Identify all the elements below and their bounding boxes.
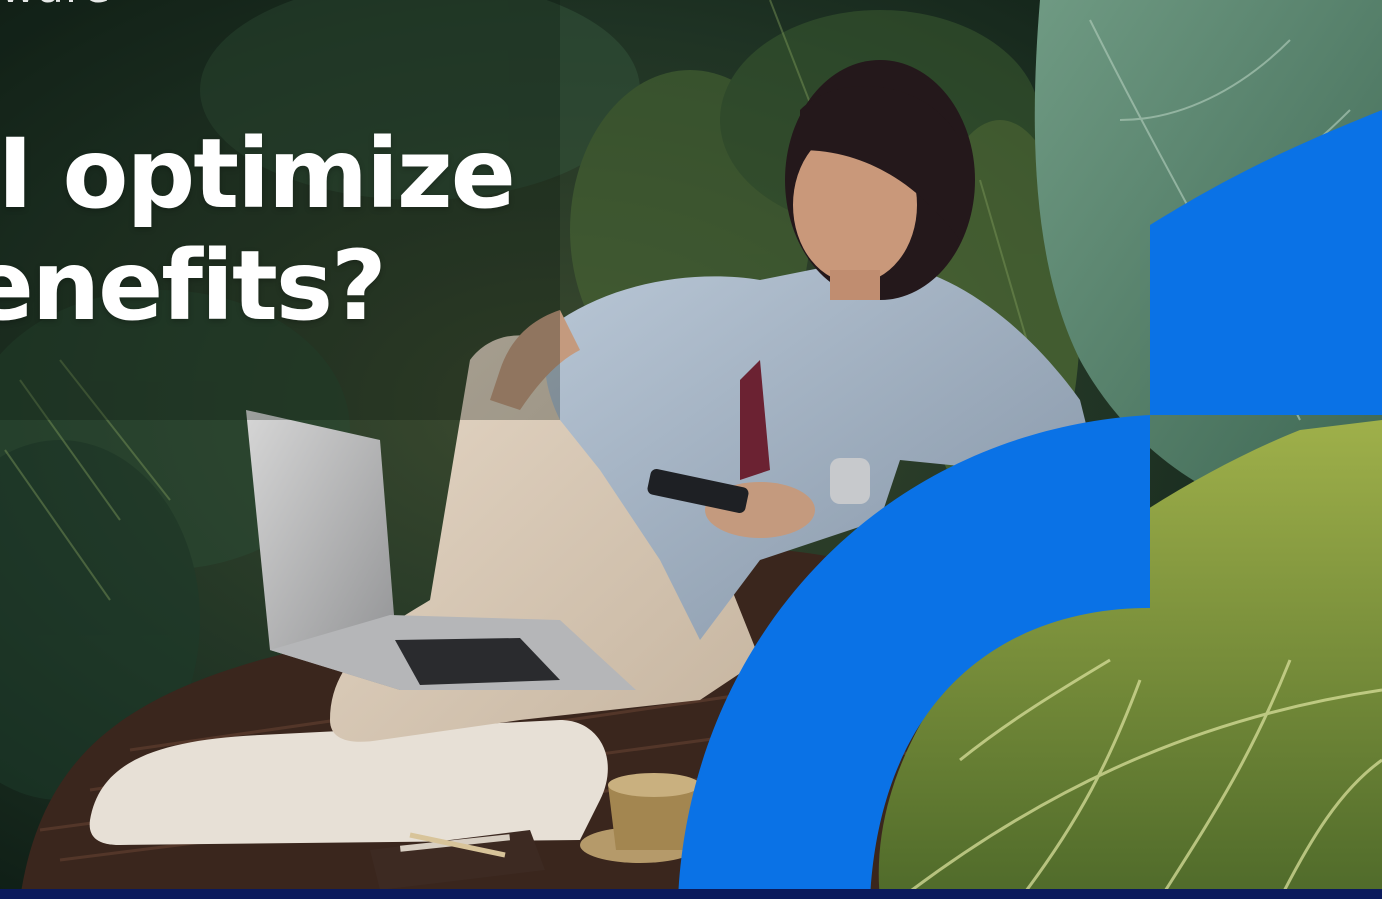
hero-banner: ware o I optimize benefits? (0, 0, 1382, 899)
headline-line-2: benefits? (0, 230, 387, 342)
bottom-bar (0, 889, 1382, 899)
headline-line-1: o I optimize (0, 118, 516, 230)
page-headline: o I optimize benefits? (0, 118, 516, 342)
brand-logo-partial: ware (0, 0, 111, 13)
wristwatch (830, 458, 870, 504)
